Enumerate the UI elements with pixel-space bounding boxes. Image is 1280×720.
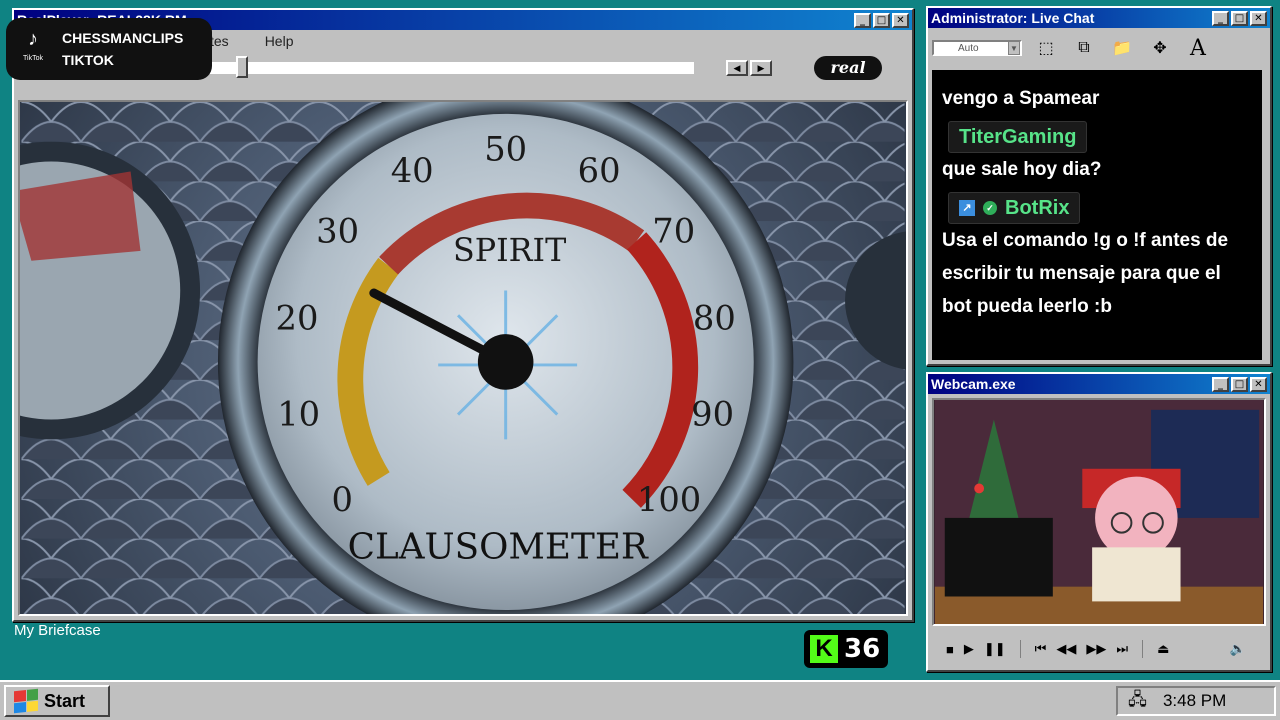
skip-back-icon[interactable]: ⏮ (1035, 641, 1047, 657)
play-icon[interactable]: ▶ (964, 641, 974, 657)
gauge-tick-label: 40 (391, 151, 434, 190)
webcam-window[interactable]: Webcam.exe _ □ ✕ ■ ▶ ❚❚ ⏮ ◀◀ ▶▶ ⏭ ⏏ 🔈 (926, 372, 1272, 672)
close-button[interactable]: ✕ (1250, 376, 1267, 392)
tiktok-icon: ♪ TikTok (23, 28, 43, 62)
tiktok-watermark: ♪ TikTok CHESSMANCLIPS TIKTOK (6, 18, 212, 80)
system-tray: 🖧 3:48 PM (1116, 686, 1276, 716)
verified-check-icon: ✓ (983, 201, 997, 215)
gauge-tick-label: 30 (316, 212, 359, 251)
chat-toolbar: Auto ▼ ⬚ ⧉ 📁 ✥ A (928, 28, 1270, 68)
tiktok-platform: TIKTOK (62, 52, 114, 68)
clausometer-gauge: 0 10 20 30 40 50 60 70 80 90 100 SPIRIT CLAUSOMETE… (20, 102, 906, 614)
streamer-avatar-illustration (934, 400, 1264, 624)
video-frame: 0 10 20 30 40 50 60 70 80 90 100 SPIRIT CLAUSOMETE… (18, 100, 908, 616)
stop-icon[interactable]: ■ (946, 642, 954, 657)
close-button[interactable]: ✕ (1250, 10, 1267, 26)
rewind-icon[interactable]: ◀◀ (1056, 641, 1076, 657)
chat-pane[interactable]: vengo a Spamear TiterGaming que sale hoy… (932, 70, 1262, 360)
gauge-tick-label: 0 (332, 480, 353, 519)
gauge-tick-label: 50 (484, 130, 527, 169)
close-button[interactable]: ✕ (892, 12, 909, 28)
network-icon[interactable]: 🖧 (1128, 687, 1147, 716)
skip-forward-icon[interactable]: ⏭ (1116, 641, 1128, 657)
eject-icon[interactable]: ⏏ (1157, 641, 1169, 657)
move-icon[interactable]: ✥ (1146, 34, 1174, 62)
gauge-tick-label: 80 (693, 299, 736, 338)
real-logo: real (814, 56, 882, 80)
start-button[interactable]: Start (4, 685, 110, 717)
gauge-tick-label: 90 (691, 394, 734, 433)
chat-message: que sale hoy dia? (942, 159, 1102, 180)
chat-message: vengo a Spamear (942, 88, 1100, 109)
text-tool-icon[interactable]: A (1184, 34, 1212, 62)
bot-badge-icon: ↗ (959, 200, 975, 216)
gauge-tick-label: 70 (652, 212, 695, 251)
clock: 3:48 PM (1162, 691, 1227, 710)
gauge-tick-label: 60 (578, 151, 621, 190)
select-tool-icon[interactable]: ⬚ (1032, 34, 1060, 62)
webcam-titlebar[interactable]: Webcam.exe _ □ ✕ (928, 374, 1270, 394)
seek-knob[interactable] (236, 56, 248, 78)
viewer-count: 36 (844, 634, 881, 664)
font-size-select[interactable]: Auto ▼ (932, 40, 1022, 56)
fast-forward-icon[interactable]: ▶▶ (1086, 641, 1106, 657)
chat-message: Usa el comando !g o !f antes de escribir… (942, 230, 1229, 317)
tiktok-username: CHESSMANCLIPS (62, 30, 184, 46)
chat-titlebar[interactable]: Administrator: Live Chat _ □ ✕ (928, 8, 1270, 28)
minimize-button[interactable]: _ (1212, 10, 1229, 26)
maximize-button[interactable]: □ (1231, 376, 1248, 392)
minimize-button[interactable]: _ (1212, 376, 1229, 392)
rewind-button[interactable]: ◀ (726, 60, 748, 76)
windows-logo-icon (14, 688, 38, 714)
taskbar: Start 🖧 3:48 PM (0, 680, 1280, 720)
chat-title: Administrator: Live Chat (931, 10, 1095, 26)
gauge-tick-label: 20 (276, 299, 319, 338)
kick-icon: K (810, 635, 838, 663)
realplayer-window[interactable]: RealPlayer: REAL28K.RM _ □ ✕ tes Help ▶❚… (12, 8, 914, 622)
webcam-title: Webcam.exe (931, 376, 1016, 392)
menu-item-help[interactable]: Help (265, 33, 294, 49)
live-chat-window[interactable]: Administrator: Live Chat _ □ ✕ Auto ▼ ⬚ ⧉… (926, 6, 1272, 366)
gauge-tick-label: 100 (637, 480, 701, 519)
pause-icon[interactable]: ❚❚ (984, 641, 1006, 657)
gauge-title: SPIRIT (453, 233, 566, 269)
webcam-view (932, 398, 1266, 626)
desktop-icon-briefcase[interactable]: My Briefcase (14, 622, 101, 639)
kick-viewer-count: K 36 (804, 630, 888, 668)
webcam-media-controls: ■ ▶ ❚❚ ⏮ ◀◀ ▶▶ ⏭ ⏏ 🔈 (946, 640, 1246, 658)
maximize-button[interactable]: □ (873, 12, 890, 28)
chat-username: ↗ ✓ BotRix (948, 192, 1081, 224)
gauge-hub (477, 334, 534, 390)
gauge-name: CLAUSOMETER (348, 526, 649, 567)
volume-icon[interactable]: 🔈 (1230, 641, 1246, 657)
minimize-button[interactable]: _ (854, 12, 871, 28)
gauge-tick-label: 10 (277, 394, 320, 433)
chat-username: TiterGaming (948, 121, 1088, 153)
maximize-button[interactable]: □ (1231, 10, 1248, 26)
menu-item-favorites[interactable]: tes (210, 33, 229, 49)
seek-bar[interactable] (166, 56, 694, 78)
forward-button[interactable]: ▶ (750, 60, 772, 76)
copy-icon[interactable]: ⧉ (1070, 34, 1098, 62)
folder-icon[interactable]: 📁 (1108, 34, 1136, 62)
